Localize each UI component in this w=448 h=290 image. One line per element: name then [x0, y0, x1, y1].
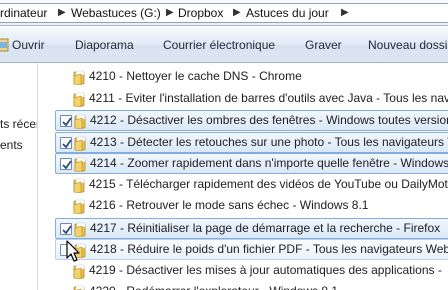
folder-icon — [73, 70, 85, 85]
folder-icon — [73, 178, 85, 193]
list-item[interactable]: 4211 - Eviter l'installation de barres d… — [55, 89, 448, 110]
checkmark-icon — [62, 117, 72, 127]
list-item[interactable]: 4219 - Désactiver les mises à jour autom… — [55, 261, 448, 282]
file-name: 4210 - Nettoyer le cache DNS - Chrome — [89, 69, 302, 83]
file-name: 4213 - Détecter les retouches sur une ph… — [90, 134, 448, 149]
email-button[interactable]: Courrier électronique — [163, 27, 275, 63]
list-item[interactable]: 4210 - Nettoyer le cache DNS - Chrome — [55, 67, 448, 88]
slideshow-button[interactable]: Diaporama — [75, 27, 134, 63]
file-name: 4219 - Désactiver les mises à jour autom… — [89, 262, 442, 277]
new-folder-button[interactable]: Nouveau dossi — [368, 27, 447, 63]
file-list: 4210 - Nettoyer le cache DNS - Chrome 421… — [39, 63, 448, 290]
list-item[interactable]: 4212 - Désactiver les ombres des fenêtre… — [55, 110, 448, 131]
open-button[interactable]: Ouvrir — [0, 27, 50, 63]
file-name: 4212 - Désactiver les ombres des fenêtre… — [90, 113, 448, 127]
breadcrumb[interactable]: rdinateur ▶ Webastuces (G:) ▶ Dropbox ▶ … — [0, 3, 448, 23]
list-item[interactable]: 4216 - Retrouver le mode sans échec - Wi… — [55, 196, 448, 217]
image-icon — [0, 38, 9, 52]
folder-icon — [73, 199, 85, 214]
file-name: 4211 - Eviter l'installation de barres d… — [89, 90, 448, 105]
breadcrumb-computer[interactable]: rdinateur — [0, 4, 47, 22]
file-name: 4216 - Retrouver le mode sans échec - Wi… — [89, 198, 369, 212]
folder-icon — [73, 285, 85, 290]
folder-icon — [73, 264, 85, 279]
open-label: Ouvrir — [12, 38, 45, 52]
navigation-pane: ts récen ents — [0, 63, 38, 290]
file-name: 4214 - Zoomer rapidement dans n'importe … — [90, 156, 448, 170]
file-name: 4220 - Redémarrer l'explorateur - Window… — [89, 282, 338, 290]
list-item[interactable]: 4215 - Télécharger rapidement des vidéos… — [55, 175, 448, 196]
folder-icon — [74, 114, 86, 129]
breadcrumb-drive[interactable]: Webastuces (G:) — [71, 4, 161, 22]
folder-icon — [74, 222, 86, 237]
breadcrumb-folder[interactable]: Astuces du jour — [246, 4, 329, 22]
checkmark-icon — [62, 224, 72, 234]
command-bar: Ouvrir Diaporama Courrier électronique G… — [0, 27, 448, 63]
checkbox[interactable] — [60, 158, 72, 170]
checkmark-icon — [62, 160, 72, 170]
checkbox[interactable] — [60, 222, 72, 235]
burn-button[interactable]: Graver — [305, 27, 342, 63]
folder-icon — [74, 136, 86, 151]
list-item[interactable]: 4213 - Détecter les retouches sur une ph… — [55, 131, 448, 153]
checkbox[interactable] — [60, 115, 72, 127]
list-item[interactable]: 4214 - Zoomer rapidement dans n'importe … — [55, 153, 448, 174]
breadcrumb-separator-icon[interactable]: ▶ — [58, 4, 66, 22]
nav-item-recent[interactable]: ts récen — [0, 117, 37, 131]
checkbox[interactable] — [60, 136, 72, 149]
breadcrumb-dropbox[interactable]: Dropbox — [178, 4, 223, 22]
breadcrumb-separator-icon[interactable]: ▶ — [341, 4, 349, 22]
checkmark-icon — [62, 138, 72, 148]
file-name: 4218 - Réduire le poids d'un fichier PDF… — [90, 242, 448, 256]
list-item[interactable]: 4217 - Réinitialiser la page de démarrag… — [55, 217, 448, 239]
nav-item-documents[interactable]: ents — [0, 138, 23, 152]
breadcrumb-separator-icon[interactable]: ▶ — [233, 4, 241, 22]
address-bar: rdinateur ▶ Webastuces (G:) ▶ Dropbox ▶ … — [0, 0, 448, 26]
list-item[interactable]: 4220 - Redémarrer l'explorateur - Window… — [55, 282, 448, 290]
list-item[interactable]: 4218 - Réduire le poids d'un fichier PDF… — [55, 239, 448, 260]
breadcrumb-separator-icon[interactable]: ▶ — [166, 4, 174, 22]
mouse-cursor-icon — [66, 240, 80, 262]
folder-icon — [73, 92, 85, 107]
file-name: 4217 - Réinitialiser la page de démarrag… — [90, 220, 441, 235]
folder-icon — [74, 157, 86, 172]
file-name: 4215 - Télécharger rapidement des vidéos… — [89, 176, 448, 191]
